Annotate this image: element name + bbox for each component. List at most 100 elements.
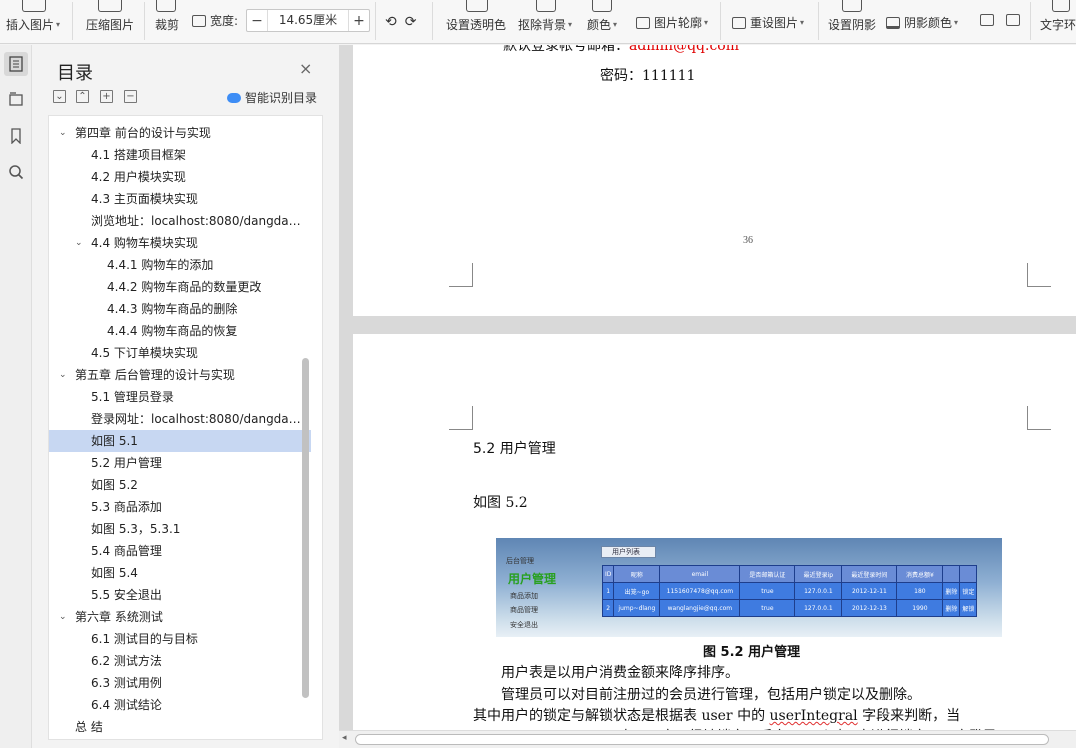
toc-item[interactable]: 4.4.2 购物车商品的数量更改 <box>49 276 311 298</box>
rotate-icons[interactable]: ⟲ ⟳ <box>385 14 416 30</box>
toc-scrollbar-thumb[interactable] <box>302 358 309 698</box>
compress-picture-icon <box>98 0 122 12</box>
insert-picture-button[interactable]: 插入图片 ▾ <box>6 16 60 33</box>
toc-item[interactable]: 5.4 商品管理 <box>49 540 311 562</box>
reset-picture-button[interactable]: 重设图片 ▾ <box>732 14 804 31</box>
figure-table-cell: 1 <box>601 582 615 600</box>
width-input[interactable]: 14.65厘米 <box>267 10 349 31</box>
toc-item[interactable]: 4.4.4 购物车商品的恢复 <box>49 320 311 342</box>
figure-table-cell: 1990 <box>896 599 944 617</box>
toc-item[interactable]: 4.4.1 购物车的添加 <box>49 254 311 276</box>
horizontal-scrollbar-thumb[interactable] <box>355 734 1049 745</box>
toc-item[interactable]: 如图 5.3，5.3.1 <box>49 518 311 540</box>
width-label-text: 宽度: <box>210 14 239 28</box>
figure-table-cell: true <box>739 599 796 617</box>
chevron-down-icon[interactable]: ⌄ <box>59 122 67 144</box>
compress-picture-button[interactable]: 压缩图片 <box>86 16 134 33</box>
toc-item[interactable]: 浏览地址：localhost:8080/dangdang/main/main.j… <box>49 210 311 232</box>
color-button[interactable]: 颜色 ▾ <box>587 16 617 33</box>
set-transparent-button[interactable]: 设置透明色 <box>446 16 506 33</box>
chevron-down-icon[interactable]: ⌄ <box>75 232 83 254</box>
scroll-left-icon[interactable]: ◂ <box>342 733 347 743</box>
chapter-nav-button[interactable] <box>4 87 28 111</box>
figure-table-cell: jump~dlang <box>613 599 661 617</box>
shadow-color-button[interactable]: 阴影颜色 ▾ <box>886 14 958 31</box>
default-account-line: 默认登录帐号邮箱：admin@qq.com <box>503 45 739 55</box>
text-wrap-label: 文字环 <box>1040 18 1076 32</box>
ribbon-divider <box>144 2 145 40</box>
set-shadow-button[interactable]: 设置阴影 <box>828 16 876 33</box>
toc-item[interactable]: ⌄ 第四章 前台的设计与实现 <box>49 122 311 144</box>
chevron-down-icon[interactable]: ⌄ <box>59 364 67 386</box>
figure-user-table: ID 昵称 email 是否邮箱认证 最近登录ip 最近登录时间 消费总额¥ 1 出笼~go 11… <box>601 565 978 617</box>
figure-table-cell: 出笼~go <box>613 582 661 600</box>
width-decrease-button[interactable]: − <box>247 13 267 29</box>
toc-item[interactable]: 6.3 测试用例 <box>49 672 311 694</box>
expand-up-icon[interactable]: ⌃ <box>76 90 89 103</box>
shadow-offset-buttons[interactable] <box>980 14 1024 26</box>
toc-item[interactable]: ⌄ 第六章 系统测试 <box>49 606 311 628</box>
figure-tab: 用户列表 <box>601 546 656 558</box>
toc-item[interactable]: 4.5 下订单模块实现 <box>49 342 311 364</box>
toc-item[interactable]: 5.3 商品添加 <box>49 496 311 518</box>
user-management-screenshot[interactable]: 后台管理 用户管理 商品添加 商品管理 安全退出 用户列表 ID 昵称 email 是… <box>496 538 1002 637</box>
picture-outline-button[interactable]: 图片轮廓 ▾ <box>636 14 708 31</box>
toc-item[interactable]: 6.4 测试结论 <box>49 694 311 716</box>
document-canvas: 默认登录帐号邮箱：admin@qq.com 密码：111111 36 5.2 用… <box>339 45 1076 748</box>
paragraph-3-part-a: 其中用户的锁定与解锁状态是根据表 user 中的 <box>473 708 770 724</box>
bookmark-button[interactable] <box>4 124 28 148</box>
toc-item[interactable]: 如图 5.2 <box>49 474 311 496</box>
toc-item[interactable]: 5.5 安全退出 <box>49 584 311 606</box>
collapse-all-icon[interactable]: ⌄ <box>53 90 66 103</box>
smart-toc-button[interactable]: 智能识别目录 <box>227 89 317 106</box>
toc-item-label: 4.5 下订单模块实现 <box>91 346 198 360</box>
horizontal-scrollbar[interactable]: ◂ <box>339 730 1076 748</box>
figure-table-cell: 消费总额¥ <box>896 565 944 583</box>
toc-panel-button[interactable] <box>4 52 28 76</box>
section-heading: 5.2 用户管理 <box>473 441 556 457</box>
toc-item-label: 总 结 <box>75 720 103 734</box>
rotate-left-icon[interactable]: ⟲ <box>385 14 397 30</box>
close-icon[interactable]: × <box>299 59 312 78</box>
figure-admin-sidebar: 后台管理 用户管理 商品添加 商品管理 安全退出 <box>496 538 596 637</box>
toc-item[interactable]: 4.3 主页面模块实现 <box>49 188 311 210</box>
remove-heading-icon[interactable]: − <box>124 90 137 103</box>
width-stepper[interactable]: − 14.65厘米 + <box>246 9 370 32</box>
toc-item-label: 4.2 用户模块实现 <box>91 170 186 184</box>
search-button[interactable] <box>4 160 28 184</box>
email-prefix: 默认登录帐号邮箱： <box>503 45 629 54</box>
add-heading-icon[interactable]: + <box>100 90 113 103</box>
toc-item-label: 5.3 商品添加 <box>91 500 162 514</box>
toc-item[interactable]: 6.2 测试方法 <box>49 650 311 672</box>
shadow-color-icon <box>886 16 900 29</box>
shadow-offset-icon[interactable] <box>980 14 994 26</box>
toc-item[interactable]: 如图 5.1 <box>49 430 311 452</box>
toc-item[interactable]: ⌄ 第五章 后台管理的设计与实现 <box>49 364 311 386</box>
chevron-down-icon[interactable]: ⌄ <box>59 606 67 628</box>
toc-item[interactable]: 如图 5.4 <box>49 562 311 584</box>
toc-item-label: 4.4.2 购物车商品的数量更改 <box>107 280 262 294</box>
toc-item[interactable]: 5.1 管理员登录 <box>49 386 311 408</box>
rotate-right-icon[interactable]: ⟳ <box>405 14 417 30</box>
text-wrap-button[interactable]: 文字环 <box>1040 16 1076 33</box>
crop-button[interactable]: 裁剪 <box>155 16 179 33</box>
toc-item[interactable]: 4.4.3 购物车商品的删除 <box>49 298 311 320</box>
figure-table-cell: 删除 <box>942 582 961 600</box>
shadow-offset-icon[interactable] <box>1006 14 1020 26</box>
figure-table-cell: 2012-12-13 <box>841 599 898 617</box>
toc-item[interactable]: 6.1 测试目的与目标 <box>49 628 311 650</box>
toc-item[interactable]: 总 结 <box>49 716 311 738</box>
toc-item[interactable]: 5.2 用户管理 <box>49 452 311 474</box>
toc-item[interactable]: 4.2 用户模块实现 <box>49 166 311 188</box>
width-increase-button[interactable]: + <box>349 13 369 29</box>
remove-background-button[interactable]: 抠除背景 ▾ <box>518 16 572 33</box>
toc-item[interactable]: ⌄ 4.4 购物车模块实现 <box>49 232 311 254</box>
toc-item[interactable]: 登录网址：localhost:8080/dangdang/admin/login… <box>49 408 311 430</box>
figure-side-active: 用户管理 <box>508 572 557 586</box>
password-value: 111111 <box>642 68 696 84</box>
figure-table-cell: true <box>739 582 796 600</box>
figure-table-cell: ID <box>601 565 615 583</box>
color-icon <box>592 0 612 12</box>
picture-tools-ribbon: 插入图片 ▾ 压缩图片 裁剪 宽度: − 14.65厘米 + ⟲ ⟳ 设置透明色 抠… <box>0 0 1076 44</box>
toc-item[interactable]: 4.1 搭建项目框架 <box>49 144 311 166</box>
